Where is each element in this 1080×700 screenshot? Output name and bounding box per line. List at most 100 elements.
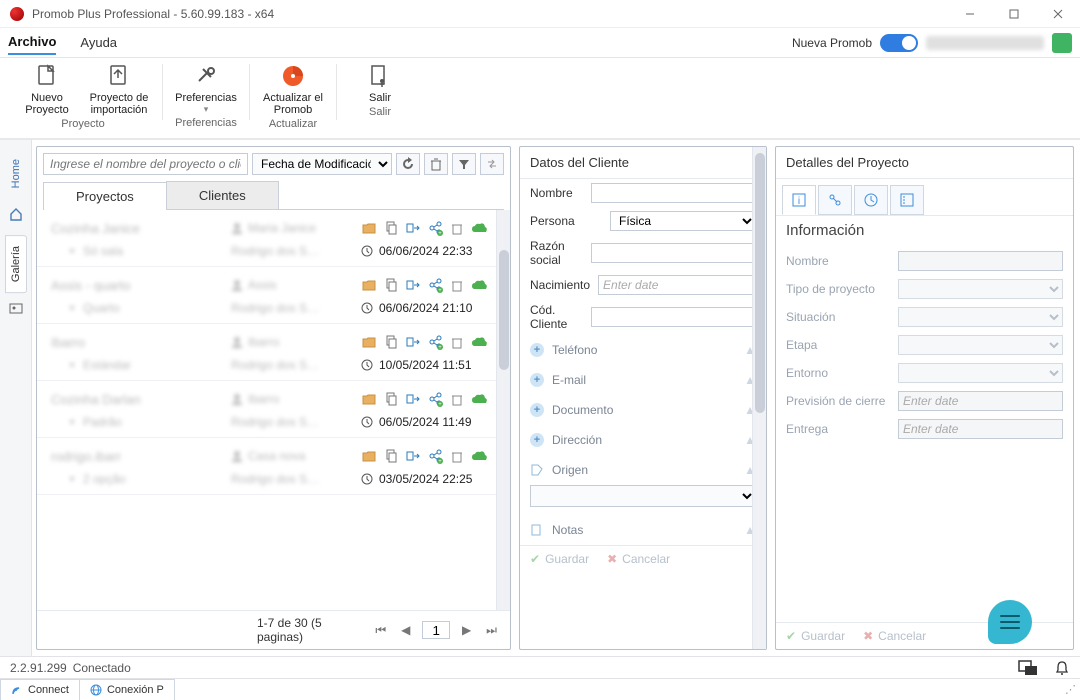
- avatar[interactable]: [1052, 33, 1072, 53]
- minimize-button[interactable]: [948, 0, 992, 28]
- maximize-button[interactable]: [992, 0, 1036, 28]
- project-row[interactable]: Ibarro Ibarro + Estándar Rodrigo dos S… …: [37, 324, 510, 381]
- trash-icon[interactable]: [449, 277, 465, 293]
- select-d-entorno[interactable]: [898, 363, 1063, 383]
- client-cancel-button[interactable]: ✖Cancelar: [607, 552, 670, 566]
- rail-galeria[interactable]: Galería: [5, 235, 27, 293]
- share-icon[interactable]: +: [427, 277, 443, 293]
- input-nombre[interactable]: [591, 183, 756, 203]
- project-row[interactable]: Assis - quarto Assis + Quarto Rodrigo do…: [37, 267, 510, 324]
- folder-icon[interactable]: [361, 220, 377, 236]
- section-origen[interactable]: Origen▲: [520, 455, 766, 485]
- move-icon[interactable]: [405, 391, 421, 407]
- cloud-icon[interactable]: [471, 334, 487, 350]
- menu-file[interactable]: Archivo: [8, 30, 56, 55]
- copy-icon[interactable]: [383, 334, 399, 350]
- trash-icon[interactable]: [449, 391, 465, 407]
- share-icon[interactable]: +: [427, 220, 443, 236]
- select-persona[interactable]: Física: [610, 211, 756, 231]
- move-icon[interactable]: [405, 277, 421, 293]
- share-icon[interactable]: +: [427, 334, 443, 350]
- grip-icon[interactable]: ⋰: [1061, 683, 1080, 696]
- details-cancel-button[interactable]: ✖Cancelar: [863, 629, 926, 643]
- project-date: 10/05/2024 11:51: [361, 358, 472, 372]
- details-save-button[interactable]: ✔Guardar: [786, 629, 845, 643]
- trash-icon[interactable]: [449, 334, 465, 350]
- section-documento[interactable]: +Documento▲: [520, 395, 766, 425]
- dtab-relations[interactable]: [818, 185, 852, 215]
- copy-icon[interactable]: [383, 277, 399, 293]
- delete-button[interactable]: [424, 153, 448, 175]
- exit-button[interactable]: Salir: [349, 62, 411, 104]
- project-by: Rodrigo dos S…: [231, 244, 361, 258]
- cloud-icon[interactable]: [471, 220, 487, 236]
- input-d-prevision[interactable]: [898, 391, 1063, 411]
- folder-icon[interactable]: [361, 277, 377, 293]
- tab-clients[interactable]: Clientes: [166, 181, 279, 209]
- input-d-nombre[interactable]: [898, 251, 1063, 271]
- select-d-situacion[interactable]: [898, 307, 1063, 327]
- share-icon[interactable]: +: [427, 448, 443, 464]
- windows-icon[interactable]: [1018, 660, 1038, 676]
- project-row[interactable]: rodrigo.ibarr Casa nova + 2 opção Rodrig…: [37, 438, 510, 495]
- project-sub: Estándar: [51, 358, 231, 372]
- brand-toggle[interactable]: [880, 34, 918, 52]
- pager-last[interactable]: ⏭: [483, 621, 500, 639]
- menu-help[interactable]: Ayuda: [80, 31, 117, 54]
- trash-icon[interactable]: [449, 220, 465, 236]
- cloud-icon[interactable]: [471, 448, 487, 464]
- dtab-info[interactable]: i: [782, 185, 816, 215]
- client-save-button[interactable]: ✔Guardar: [530, 552, 589, 566]
- update-button[interactable]: Actualizar el Promob: [262, 62, 324, 116]
- preferences-button[interactable]: Preferencias ▾: [175, 62, 237, 115]
- status-conexion[interactable]: Conexión P: [80, 679, 175, 700]
- move-icon[interactable]: [405, 220, 421, 236]
- move-icon[interactable]: [405, 334, 421, 350]
- trash-icon[interactable]: [449, 448, 465, 464]
- folder-icon[interactable]: [361, 448, 377, 464]
- cloud-icon[interactable]: [471, 277, 487, 293]
- copy-icon[interactable]: [383, 391, 399, 407]
- pager-next[interactable]: ▶: [458, 621, 475, 639]
- refresh-button[interactable]: [396, 153, 420, 175]
- input-nacimiento[interactable]: [598, 275, 763, 295]
- import-project-button[interactable]: Proyecto de importación: [88, 62, 150, 116]
- copy-icon[interactable]: [383, 448, 399, 464]
- folder-icon[interactable]: [361, 334, 377, 350]
- select-d-etapa[interactable]: [898, 335, 1063, 355]
- new-project-button[interactable]: Nuevo Proyecto: [16, 62, 78, 116]
- chat-fab[interactable]: [988, 600, 1032, 644]
- tab-projects[interactable]: Proyectos: [43, 182, 167, 210]
- pager-first[interactable]: ⏮: [372, 621, 389, 639]
- select-d-tipo[interactable]: [898, 279, 1063, 299]
- input-d-entrega[interactable]: [898, 419, 1063, 439]
- folder-icon[interactable]: [361, 391, 377, 407]
- section-email[interactable]: +E-mail▲: [520, 365, 766, 395]
- copy-icon[interactable]: [383, 220, 399, 236]
- section-telefono[interactable]: +Teléfono▲: [520, 335, 766, 365]
- rail-home[interactable]: Home: [5, 148, 27, 199]
- cloud-icon[interactable]: [471, 391, 487, 407]
- section-notas[interactable]: Notas▲: [520, 515, 766, 545]
- close-button[interactable]: [1036, 0, 1080, 28]
- input-codcliente[interactable]: [591, 307, 756, 327]
- share-icon[interactable]: +: [427, 391, 443, 407]
- move-icon[interactable]: [405, 448, 421, 464]
- pager-input[interactable]: [422, 621, 450, 639]
- project-row[interactable]: Cozinha Darlan Ibarro + Padrão Rodrigo d…: [37, 381, 510, 438]
- pager-prev[interactable]: ◀: [397, 621, 414, 639]
- status-connect[interactable]: Connect: [0, 679, 80, 700]
- filter-button[interactable]: [452, 153, 476, 175]
- input-razon[interactable]: [591, 243, 756, 263]
- dtab-history[interactable]: [854, 185, 888, 215]
- bell-icon[interactable]: [1054, 660, 1070, 676]
- dtab-checklist[interactable]: [890, 185, 924, 215]
- project-row[interactable]: Cozinha Janice Maria Janice + Só sala Ro…: [37, 210, 510, 267]
- scrollbar[interactable]: [752, 147, 766, 649]
- section-direccion[interactable]: +Dirección▲: [520, 425, 766, 455]
- swap-button[interactable]: [480, 153, 504, 175]
- scrollbar[interactable]: [496, 210, 510, 610]
- sort-select[interactable]: Fecha de Modificación: [252, 153, 392, 175]
- search-input[interactable]: [43, 153, 248, 175]
- select-origen[interactable]: [530, 485, 756, 507]
